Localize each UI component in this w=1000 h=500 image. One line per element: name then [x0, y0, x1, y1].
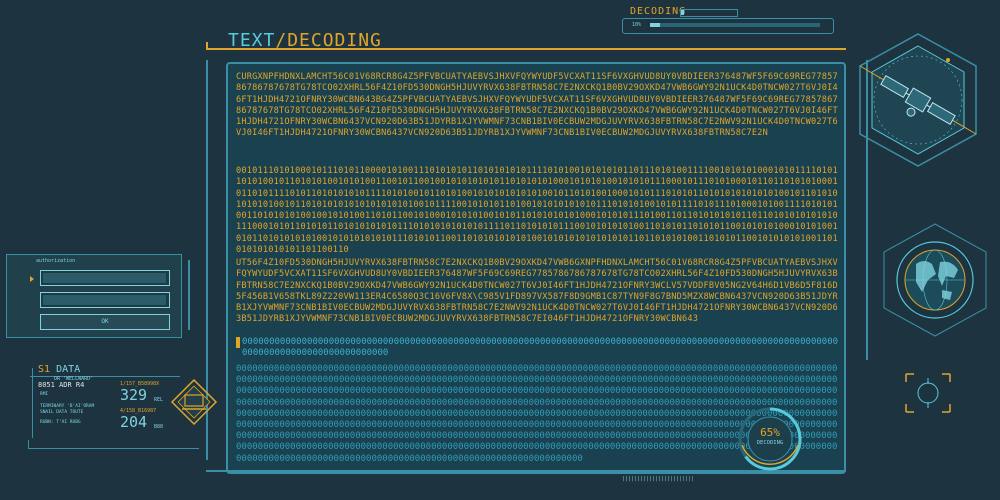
input-caret-icon [30, 276, 34, 282]
text-cursor [236, 337, 240, 348]
globe-icon [883, 223, 987, 337]
decoding-progress-ring [738, 407, 802, 471]
data-info-2: TERMINARY 'B'AI'ORAM [40, 404, 95, 409]
decoding-percent-label: DECODING [756, 440, 784, 446]
data-info-1: RMI [40, 392, 49, 397]
decoding-status-percent: 10% [632, 22, 642, 28]
data-label: DATA [56, 364, 81, 375]
satellite-icon [859, 33, 977, 167]
decoding-status-label: DECODING [630, 6, 687, 17]
data-number: S1 [38, 364, 51, 375]
bottom-status-code: |||||||||||||||||||||||| [622, 476, 695, 482]
password-field-inner[interactable] [43, 295, 166, 305]
data-title: S1 DATA [38, 364, 80, 375]
decoding-zero-rows-top: 0000000000000000000000000000000000000000… [242, 337, 839, 359]
data-divider [30, 376, 180, 377]
authorization-label: authorization [36, 258, 76, 264]
decoding-status-fill [681, 10, 684, 15]
title-underline [206, 48, 846, 50]
encoded-text-block-1: CURGXNPFHDNXLAMCHT56C01V68RCR8G4Z5PFVBCU… [236, 72, 838, 139]
username-field-inner[interactable] [43, 273, 166, 283]
data-info-4: RUBN: T'AI RUBG [40, 420, 81, 425]
data-value-2: 204 [120, 413, 148, 431]
decoding-mini-bar [650, 23, 820, 27]
data-bottom-frame [28, 440, 199, 449]
data-value-1: 329 [120, 386, 148, 404]
data-unit-2: B88 [154, 424, 164, 430]
decoding-status-bar [680, 9, 738, 17]
data-vertical-line [32, 368, 33, 438]
decoding-mini-fill [650, 23, 660, 27]
crosshair-icon [905, 373, 951, 413]
authorization-bracket [178, 260, 190, 330]
decoding-percent: 65% [760, 426, 780, 439]
laptop-icon [170, 378, 218, 426]
ok-button[interactable]: OK [40, 314, 170, 330]
binary-text-block: 0010111010100010111010110000101001110101… [236, 166, 838, 256]
encoded-text-block-2: UT56F4Z10FD530DNGH5HJUVYRVX638FBTRN58C7E… [236, 258, 838, 325]
data-unit-1: REL [154, 397, 164, 403]
data-address: 8051 ADR R4 [38, 381, 85, 389]
data-info-3: SNAIL DATA TOUTE [40, 410, 84, 415]
